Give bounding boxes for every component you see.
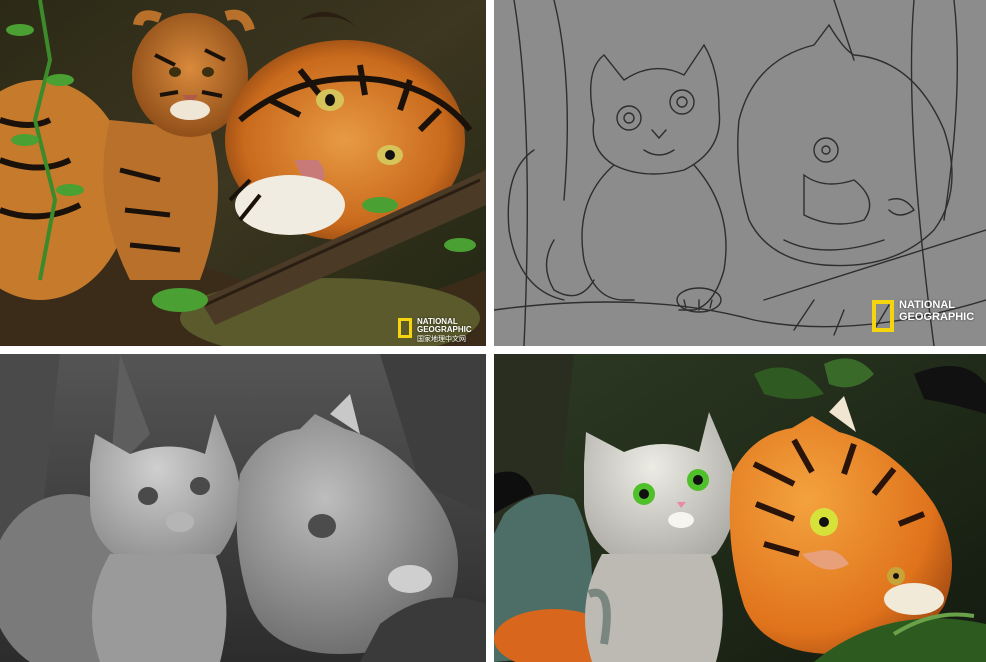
grayscale-panel <box>0 354 486 662</box>
logo-line-2: GEOGRAPHIC <box>899 310 975 323</box>
line-sketch <box>494 0 986 346</box>
logo-line-2: GEOGRAPHIC <box>417 325 472 335</box>
yellow-frame-icon <box>398 318 412 338</box>
color-panel <box>494 354 986 662</box>
yellow-frame-icon <box>872 300 894 332</box>
color-render <box>494 354 986 662</box>
photo-panel: NATIONAL GEOGRAPHIC 国家地理中文网 <box>0 0 486 346</box>
grayscale-render <box>0 354 486 662</box>
national-geographic-logo-sketch: NATIONAL GEOGRAPHIC <box>872 299 975 332</box>
national-geographic-logo: NATIONAL GEOGRAPHIC 国家地理中文网 <box>398 317 472 343</box>
tiger-photo <box>0 0 486 346</box>
sketch-panel: NATIONAL GEOGRAPHIC <box>494 0 986 346</box>
logo-line-1: NATIONAL <box>899 299 956 311</box>
logo-line-3: 国家地理中文网 <box>417 335 466 343</box>
image-grid: NATIONAL GEOGRAPHIC 国家地理中文网 NATIONAL GEO… <box>0 0 986 662</box>
